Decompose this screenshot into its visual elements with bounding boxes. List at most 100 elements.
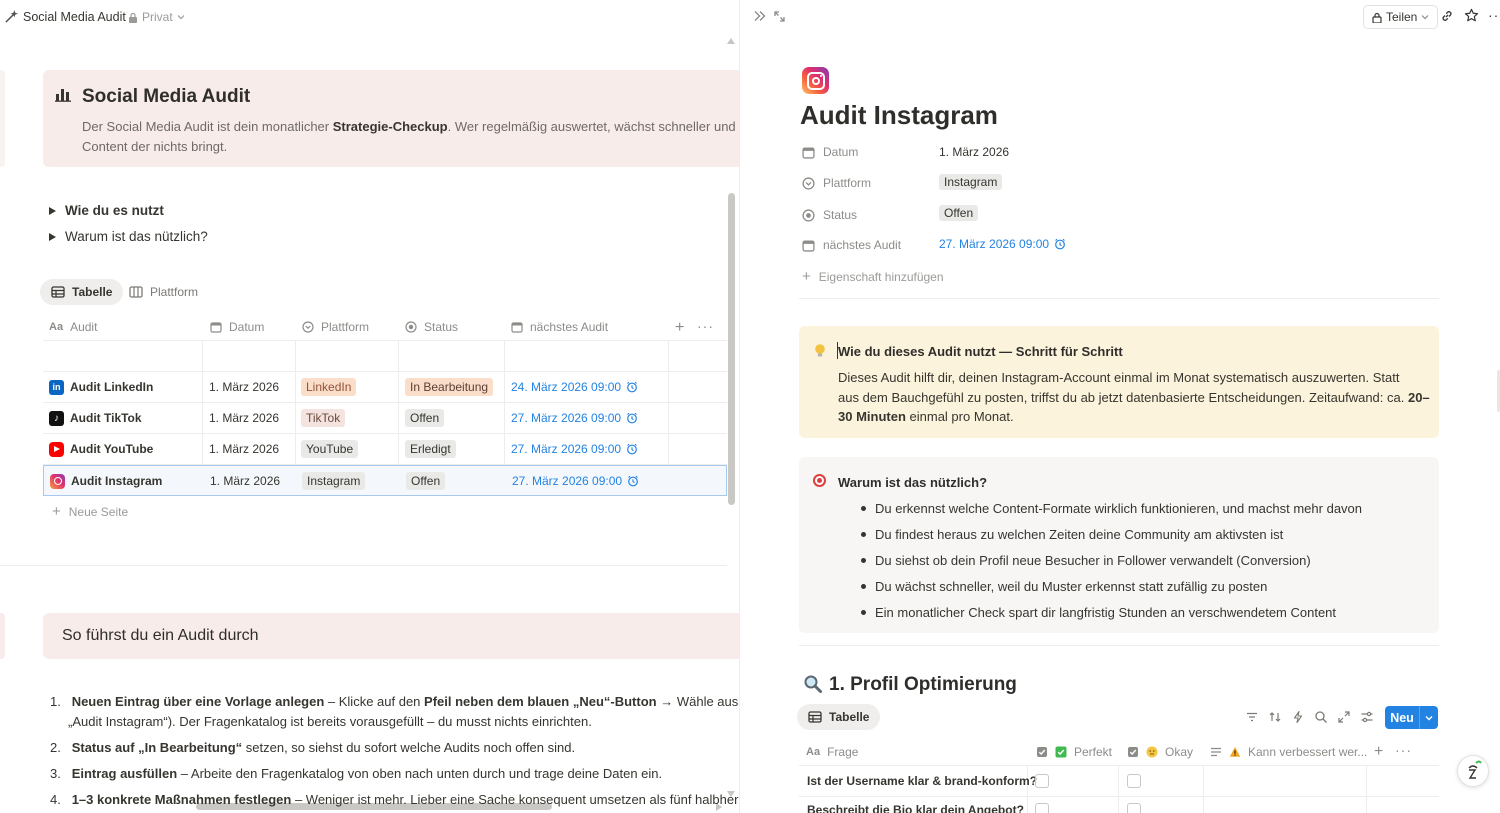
more-icon[interactable]: ··· [1395,742,1412,758]
property-label[interactable]: Plattform [802,176,871,190]
assistant-button[interactable] [1457,755,1489,787]
table-row[interactable]: Audit YouTube 1. März 2026 YouTube Erled… [43,434,727,465]
row-title[interactable]: Audit YouTube [70,442,153,456]
lock-icon [1372,12,1382,23]
why-useful-callout: Warum ist das nützlich? Du erkennst welc… [799,457,1439,633]
close-peek-icon[interactable] [753,10,767,22]
add-property-button[interactable]: + Eigenschaft hinzufügen [802,268,944,285]
section-callout: So führst du ein Audit durch [43,613,739,659]
toggle-arrow-icon[interactable] [49,232,56,241]
tab-table-view[interactable]: Tabelle [40,279,124,305]
privacy-menu[interactable]: Privat [128,10,185,24]
share-button[interactable]: Teilen [1363,5,1439,29]
breadcrumb-title[interactable]: Social Media Audit [23,10,126,24]
star-icon[interactable] [1464,8,1479,23]
checkbox-perfekt[interactable] [1035,803,1049,813]
bar-chart-icon [55,88,71,102]
checkbox-okay[interactable] [1127,774,1141,788]
row-date: 1. März 2026 [209,442,280,456]
expand-icon[interactable] [773,10,786,23]
status-tag: Offen [406,472,446,490]
property-value-next-audit[interactable]: 27. März 2026 09:00 [939,237,1066,251]
table-row[interactable]: ♪ Audit TikTok 1. März 2026 TikTok Offen… [43,403,727,434]
tab-platform-view[interactable]: Plattform [118,279,209,305]
sort-icon[interactable] [1268,710,1284,726]
new-button[interactable]: Neu [1385,706,1419,729]
text-lines-icon [1211,747,1221,757]
column-divider [1366,765,1367,813]
column-header-okay[interactable]: Okay [1127,745,1193,759]
row-date: 1. März 2026 [210,474,281,488]
more-menu-icon[interactable]: ··· [1488,7,1500,23]
text-type-icon: Aa [49,321,64,333]
platform-tag: TikTok [301,409,346,427]
row-title[interactable]: Audit LinkedIn [70,380,153,394]
more-icon[interactable]: ··· [697,318,714,334]
alarm-icon [628,475,638,487]
page-icon[interactable] [4,9,19,24]
checkbox-okay[interactable] [1127,803,1141,813]
target-icon [812,473,827,488]
lightning-icon[interactable] [1291,710,1307,726]
table-icon [51,286,65,298]
checkbox-perfekt[interactable] [1035,774,1049,788]
list-item: Du wächst schneller, weil du Muster erke… [861,579,1267,594]
column-header-frage[interactable]: Aa Frage [806,745,858,759]
right-pane: Teilen ··· Audit Instagram Datum 1. März… [740,0,1500,813]
table-row-selected[interactable]: Audit Instagram 1. März 2026 Instagram O… [43,465,727,496]
platform-tag: YouTube [301,440,359,458]
settings-sliders-icon[interactable] [1360,710,1376,726]
new-button-group[interactable]: Neu [1385,706,1438,729]
youtube-icon [49,441,64,457]
plus-icon: + [802,268,811,285]
column-header-kann-verbessert[interactable]: Kann verbessert wer... [1210,745,1367,759]
toggle-why-useful[interactable]: Warum ist das nützlich? [49,229,208,244]
new-page-button[interactable]: + Neue Seite [52,503,128,520]
filter-icon[interactable] [1245,710,1261,726]
row-question[interactable]: Beschreibt die Bio klar dein Angebot? [807,803,1024,813]
property-value-status[interactable]: Offen [939,205,979,221]
tab-table-view[interactable]: Tabelle [797,704,881,730]
section-title: So führst du ein Audit durch [62,627,259,644]
lock-icon [129,12,137,23]
table-row[interactable]: in Audit LinkedIn 1. März 2026 LinkedIn … [43,372,727,403]
column-header-status[interactable]: Status [405,320,458,334]
instagram-icon[interactable] [802,67,829,94]
vertical-scrollbar[interactable] [728,193,735,505]
property-label[interactable]: nächstes Audit [802,238,901,252]
property-label[interactable]: Datum [802,145,858,159]
left-pane: Social Media Audit Privat Social Media A… [0,0,739,813]
side-marker [0,70,5,167]
board-icon [129,286,143,298]
row-title[interactable]: Audit Instagram [71,474,162,488]
column-header-audit[interactable]: Aa Audit [49,320,97,334]
property-value-platform[interactable]: Instagram [939,174,1003,190]
checkbox-type-icon [1037,747,1047,757]
link-icon[interactable] [1440,9,1454,23]
row-title[interactable]: Audit TikTok [70,411,142,425]
new-dropdown-button[interactable] [1420,706,1438,729]
expand-icon[interactable] [1337,710,1353,726]
add-column-icon[interactable]: + [675,319,684,337]
table-divider [799,796,1439,797]
property-value-date[interactable]: 1. März 2026 [939,145,1009,159]
row-date: 1. März 2026 [209,380,280,394]
column-header-plattform[interactable]: Plattform [302,320,369,334]
toggle-arrow-icon[interactable] [49,206,56,215]
page-title[interactable]: Audit Instagram [800,100,998,131]
column-header-next-audit[interactable]: nächstes Audit [511,320,608,334]
column-header-perfekt[interactable]: Perfekt [1036,745,1112,759]
property-label[interactable]: Status [802,208,857,222]
list-item: Du findest heraus zu welchen Zeiten dein… [861,527,1283,542]
callout-description: Der Social Media Audit ist dein monatlic… [82,119,736,154]
divider [799,645,1439,646]
search-icon[interactable] [1314,710,1330,726]
add-column-icon[interactable]: + [1374,743,1383,761]
chevron-down-icon [1425,715,1433,720]
row-question[interactable]: Ist der Username klar & brand-konform? [807,774,1037,788]
column-header-datum[interactable]: Datum [210,320,264,334]
scroll-up-arrow[interactable] [727,38,735,44]
toggle-how-to-use[interactable]: Wie du es nutzt [49,203,164,218]
table-divider [799,765,1439,766]
warning-icon [1229,747,1241,757]
